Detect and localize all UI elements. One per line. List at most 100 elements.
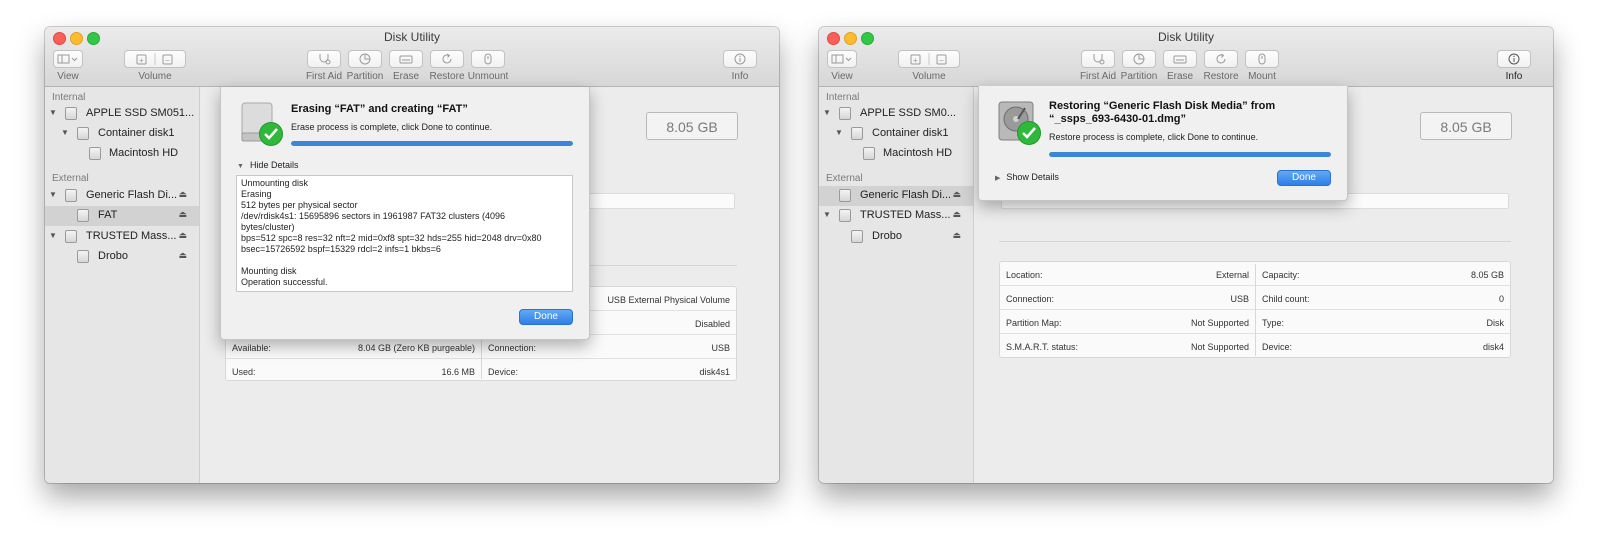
disclosure-down-icon: ▼ — [237, 163, 244, 170]
sidebar-item-trusted-mass[interactable]: ▼ TRUSTED Mass... ⏏ — [45, 227, 199, 247]
internal-disk-icon — [65, 107, 77, 120]
sidebar-item-label: APPLE SSD SM051... — [86, 107, 195, 119]
sidebar-item-container[interactable]: ▼ Container disk1 — [819, 124, 973, 144]
info-row-used: Used: 16.6 MB — [226, 359, 481, 383]
titlebar: Disk Utility View + − Volume First Aid Pa… — [819, 27, 1553, 87]
info-value: 8.05 GB — [1470, 270, 1504, 280]
sidebar-item-macintosh-hd[interactable]: Macintosh HD — [819, 144, 973, 164]
sidebar-item-apple-ssd[interactable]: ▼ APPLE SSD SM051... — [45, 104, 199, 124]
stethoscope-icon — [1093, 54, 1105, 65]
done-button[interactable]: Done — [519, 309, 573, 325]
disclosure-triangle-icon[interactable]: ▼ — [49, 108, 57, 117]
partition-button[interactable] — [348, 50, 382, 68]
sidebar-item-container[interactable]: ▼ Container disk1 — [45, 124, 199, 144]
svg-text:−: − — [939, 56, 944, 65]
view-label: View — [57, 71, 79, 82]
sidebar-item-generic-flash[interactable]: Generic Flash Di... ⏏ — [819, 186, 973, 206]
info-button[interactable] — [723, 50, 757, 68]
info-button[interactable] — [1497, 50, 1531, 68]
restore-arrow-icon — [442, 53, 452, 64]
eject-icon[interactable]: ⏏ — [952, 209, 961, 220]
sidebar-section-internal: Internal — [826, 92, 860, 103]
toggle-label: Show Details — [1006, 172, 1059, 182]
eject-icon[interactable]: ⏏ — [178, 209, 187, 220]
window-title: Disk Utility — [1158, 30, 1214, 44]
info-value: Disabled — [694, 319, 730, 329]
info-value: 16.6 MB — [441, 367, 475, 377]
disclosure-triangle-icon[interactable]: ▼ — [61, 128, 69, 137]
toggle-label: Hide Details — [249, 160, 299, 170]
volume-icon — [863, 147, 875, 160]
view-button[interactable] — [53, 50, 83, 68]
log-line: /dev/rdisk4s1: 15695896 sectors in 19619… — [241, 211, 505, 221]
sidebar-item-generic-flash[interactable]: ▼ Generic Flash Di... ⏏ — [45, 186, 199, 206]
sidebar-toggle-icon — [831, 54, 852, 64]
show-details-toggle[interactable]: ▶ Show Details — [995, 172, 1059, 182]
disclosure-triangle-icon[interactable]: ▼ — [835, 128, 843, 137]
disclosure-triangle-icon[interactable]: ▼ — [823, 108, 831, 117]
erase-button[interactable] — [389, 50, 423, 68]
disk-utility-window-restore: Disk Utility View + − Volume First Aid Pa… — [819, 27, 1553, 483]
erase-button[interactable] — [1163, 50, 1197, 68]
restore-button[interactable] — [430, 50, 464, 68]
info-key: Connection: — [1006, 294, 1055, 304]
info-key: S.M.A.R.T. status: — [1006, 342, 1079, 352]
svg-text:+: + — [913, 56, 918, 65]
log-line: bps=512 spc=8 res=32 nft=2 mid=0xf8 spt=… — [241, 233, 542, 243]
sidebar-item-macintosh-hd[interactable]: Macintosh HD — [45, 144, 199, 164]
mount-label: Mount — [1248, 71, 1276, 82]
log-line: Unmounting disk — [241, 178, 309, 188]
view-button[interactable] — [827, 50, 857, 68]
info-value: disk4 — [1482, 342, 1504, 352]
stethoscope-icon — [319, 54, 331, 65]
partition-button[interactable] — [1122, 50, 1156, 68]
details-log[interactable]: Unmounting disk Erasing 512 bytes per phys… — [236, 175, 573, 292]
disclosure-triangle-icon[interactable]: ▼ — [823, 210, 831, 219]
eject-icon[interactable]: ⏏ — [952, 230, 961, 241]
info-value: USB — [1230, 294, 1249, 304]
svg-text:+: + — [139, 56, 144, 65]
sheet-title-line1: Restoring “Generic Flash Disk Media” fro… — [1049, 100, 1276, 112]
disclosure-triangle-icon[interactable]: ▼ — [49, 190, 57, 199]
sidebar-item-trusted-mass[interactable]: ▼ TRUSTED Mass... ⏏ — [819, 206, 973, 226]
volume-icon — [77, 209, 89, 222]
info-icon — [734, 53, 746, 65]
volume-buttons[interactable]: + − — [124, 50, 186, 68]
unmount-button[interactable] — [471, 50, 505, 68]
info-row-capacity: Capacity: 8.05 GB — [1256, 262, 1510, 286]
restore-button[interactable] — [1204, 50, 1238, 68]
volume-icon — [89, 147, 101, 160]
hide-details-toggle[interactable]: ▼ Hide Details — [237, 160, 298, 170]
done-button[interactable]: Done — [1277, 170, 1331, 186]
eject-icon[interactable]: ⏏ — [952, 189, 961, 200]
eject-icon[interactable]: ⏏ — [178, 250, 187, 261]
mount-button[interactable] — [1245, 50, 1279, 68]
sidebar-item-drobo[interactable]: Drobo ⏏ — [819, 227, 973, 247]
first-aid-button[interactable] — [1081, 50, 1115, 68]
info-value: 8.04 GB (Zero KB purgeable) — [357, 343, 475, 353]
volume-icon — [77, 250, 89, 263]
log-line: bsec=15726592 bspf=15329 rdcl=2 infs=1 b… — [241, 244, 441, 254]
eject-icon[interactable]: ⏏ — [178, 230, 187, 241]
info-value: Not Supported — [1190, 342, 1249, 352]
erase-label: Erase — [1166, 71, 1194, 82]
info-value: USB External Physical Volume — [607, 295, 730, 305]
sidebar-item-apple-ssd[interactable]: ▼ APPLE SSD SM0... — [819, 104, 973, 124]
disclosure-triangle-icon[interactable]: ▼ — [49, 231, 57, 240]
volume-buttons[interactable]: + − — [898, 50, 960, 68]
internal-disk-icon — [839, 107, 851, 120]
erase-disk-icon — [399, 55, 413, 64]
info-row-child-count: Child count: 0 — [1256, 286, 1510, 310]
eject-icon[interactable]: ⏏ — [178, 189, 187, 200]
restore-arrow-icon — [1216, 53, 1226, 64]
first-aid-button[interactable] — [307, 50, 341, 68]
info-icon — [1508, 53, 1520, 65]
sidebar-item-drobo[interactable]: Drobo ⏏ — [45, 247, 199, 267]
sidebar: Internal ▼ APPLE SSD SM051... ▼ Containe… — [45, 87, 200, 483]
sidebar-item-fat[interactable]: FAT ⏏ — [45, 206, 199, 226]
progress-bar — [291, 141, 573, 146]
sidebar-section-external: External — [826, 173, 863, 184]
view-label: View — [831, 71, 853, 82]
sidebar-item-label: Drobo — [98, 250, 128, 262]
checkmark-icon — [1017, 121, 1041, 145]
